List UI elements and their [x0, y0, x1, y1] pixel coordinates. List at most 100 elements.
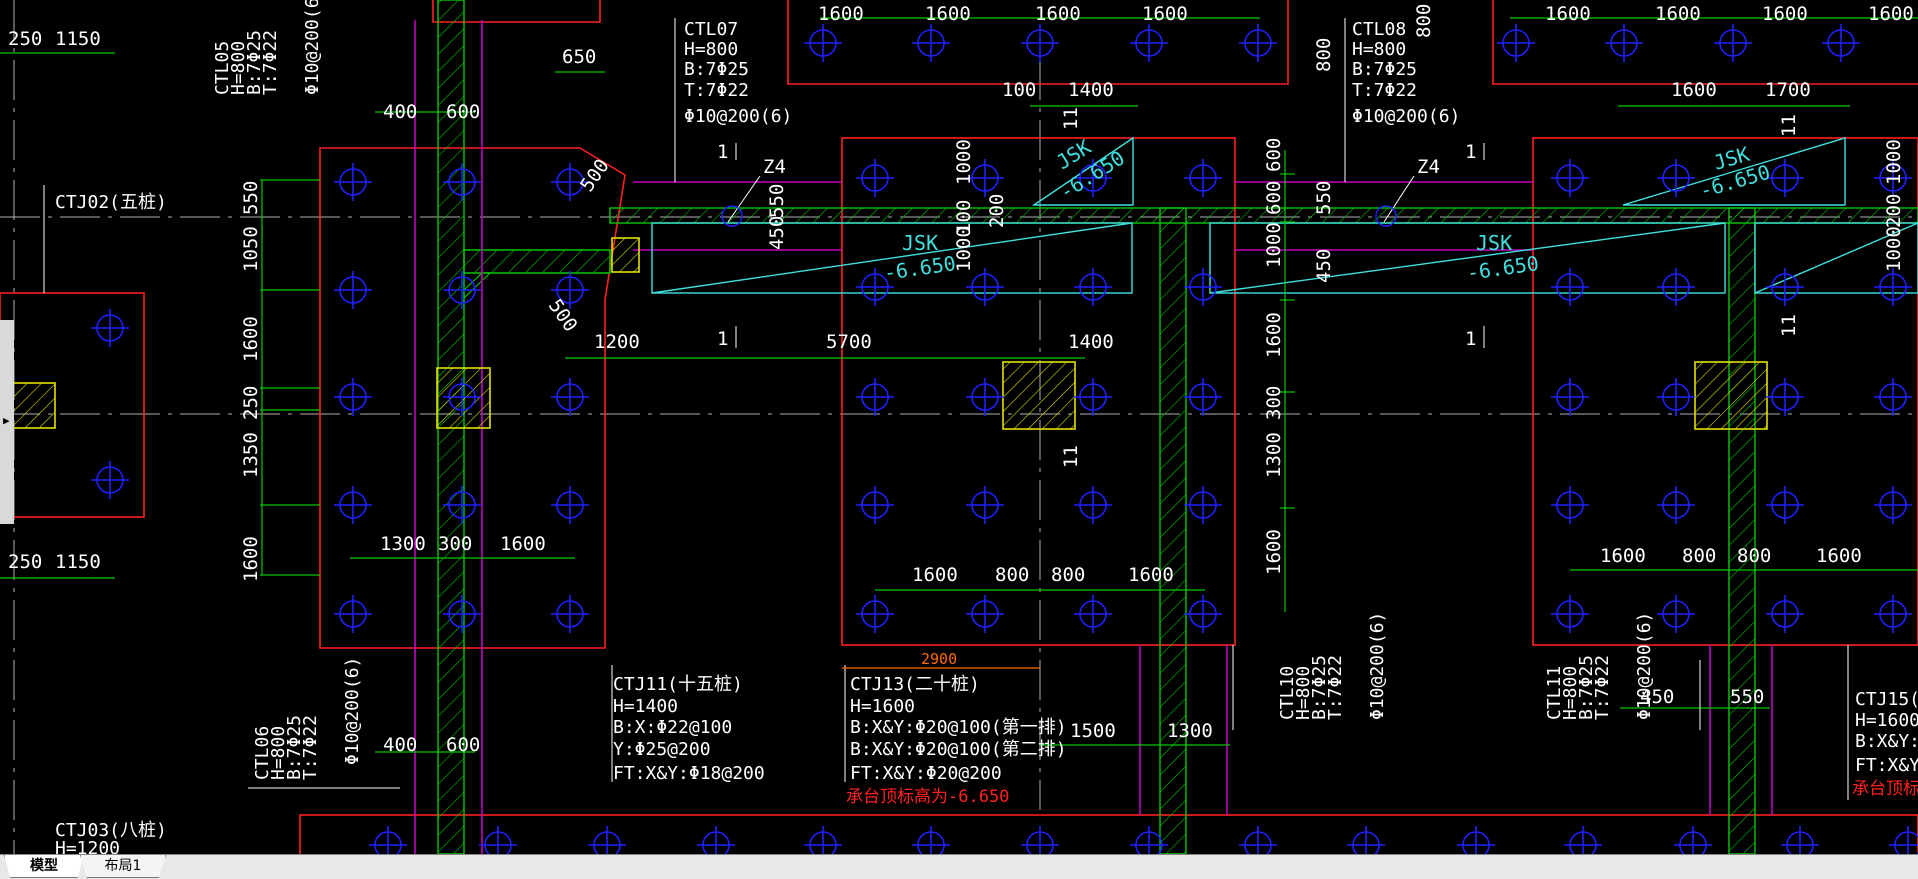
pile-icon: [1497, 24, 1535, 62]
svg-text:800: 800: [995, 564, 1029, 586]
pile-icon: [479, 826, 517, 854]
pile-icon: [1674, 826, 1712, 854]
svg-text:400: 400: [383, 734, 417, 756]
svg-text:Φ10@200(6): Φ10@200(6): [302, 0, 323, 95]
side-panel-handle[interactable]: ▶: [0, 320, 14, 524]
svg-text:450: 450: [1313, 249, 1335, 283]
svg-text:1600: 1600: [240, 316, 262, 362]
layout-tab-bar: 模型 布局1: [0, 854, 1918, 879]
svg-text:1000: 1000: [1883, 139, 1905, 185]
pile-icon: [1347, 826, 1385, 854]
svg-text:CTJ02(五桩): CTJ02(五桩): [55, 192, 167, 213]
pile-icon: [1551, 378, 1589, 416]
svg-text:550: 550: [766, 184, 788, 218]
svg-text:Φ10@200(6): Φ10@200(6): [342, 657, 363, 765]
svg-text:B:7Φ25: B:7Φ25: [1352, 59, 1417, 80]
pile-icon: [1184, 268, 1222, 306]
pile-icon: [551, 486, 589, 524]
svg-text:550: 550: [240, 181, 262, 215]
svg-text:H=1400: H=1400: [613, 696, 678, 717]
svg-text:JSK: JSK: [902, 231, 938, 255]
svg-text:T:7Φ22: T:7Φ22: [1592, 655, 1613, 720]
svg-text:250: 250: [240, 386, 262, 420]
svg-text:11: 11: [1778, 314, 1800, 337]
svg-text:T:7Φ22: T:7Φ22: [684, 80, 749, 101]
svg-text:550: 550: [1313, 181, 1335, 215]
cad-drawing-canvas[interactable]: 2900 250 1150 250 1150 400 600 400 600 6…: [0, 0, 1918, 854]
svg-text:800: 800: [1737, 545, 1771, 567]
pile-icon: [334, 378, 372, 416]
svg-text:Z4: Z4: [1417, 156, 1440, 178]
svg-text:1400: 1400: [1068, 331, 1114, 353]
pile-icon: [334, 163, 372, 201]
pile-icon: [1551, 268, 1589, 306]
pile-icon: [912, 826, 950, 854]
pile-icon: [1657, 595, 1695, 633]
svg-text:1300: 1300: [1167, 720, 1213, 742]
svg-text:T:7Φ22: T:7Φ22: [1352, 80, 1417, 101]
svg-text:-6.650: -6.650: [882, 251, 957, 285]
pile-icon: [1874, 486, 1912, 524]
pile-icon: [1551, 595, 1589, 633]
pile-icon: [856, 595, 894, 633]
svg-text:H=1600: H=1600: [1855, 710, 1918, 731]
tab-model[interactable]: 模型: [4, 855, 84, 878]
svg-text:1: 1: [1465, 328, 1476, 350]
svg-text:1600: 1600: [240, 536, 262, 582]
pile-icon: [1021, 24, 1059, 62]
svg-text:11: 11: [1060, 107, 1082, 130]
pile-icon: [1457, 826, 1495, 854]
svg-text:200: 200: [986, 194, 1008, 228]
label-ctl06: CTL06 H=800 B:7Φ25 T:7Φ22 Φ10@200(6): [252, 657, 363, 780]
svg-text:CTJ13(二十桩): CTJ13(二十桩): [850, 674, 980, 695]
pile-icon: [804, 24, 842, 62]
svg-text:1600: 1600: [1142, 3, 1188, 25]
pile-icon: [1130, 24, 1168, 62]
dimension-lines: [0, 17, 1918, 753]
svg-text:1000: 1000: [953, 226, 975, 272]
svg-text:承台顶标高为-6.650: 承台顶标高为-6.650: [846, 787, 1009, 807]
pile-icon: [1781, 826, 1819, 854]
svg-text:1400: 1400: [1068, 79, 1114, 101]
svg-text:H=800: H=800: [684, 39, 738, 60]
svg-text:1600: 1600: [1545, 3, 1591, 25]
pile-icon: [1657, 378, 1695, 416]
svg-text:500: 500: [576, 155, 614, 196]
label-ctj03: CTJ03(八桩) H=1200: [55, 820, 167, 854]
pile-icon: [588, 826, 626, 854]
svg-text:B:X&Y:Φ20@100(第二排): B:X&Y:Φ20@100(第二排): [850, 739, 1067, 760]
svg-text:1600: 1600: [1655, 3, 1701, 25]
tab-layout1[interactable]: 布局1: [80, 855, 166, 878]
pile-icon: [1239, 24, 1277, 62]
pile-icon: [1184, 486, 1222, 524]
svg-text:1300: 1300: [380, 533, 426, 555]
pile-icon: [1021, 826, 1059, 854]
label-ctj13: CTJ13(二十桩) H=1600 B:X&Y:Φ20@100(第一排) B:X…: [846, 674, 1067, 807]
label-ctl07: CTL07 H=800 B:7Φ25 T:7Φ22 Φ10@200(6): [684, 19, 792, 127]
pile-icon: [1184, 378, 1222, 416]
svg-text:800: 800: [1051, 564, 1085, 586]
svg-text:1300: 1300: [1263, 432, 1285, 478]
pile-icon: [334, 271, 372, 309]
pile-icon: [1564, 826, 1602, 854]
pile-icon: [966, 268, 1004, 306]
svg-text:200: 200: [1883, 194, 1905, 228]
pile-icon: [966, 595, 1004, 633]
svg-text:1500: 1500: [1070, 720, 1116, 742]
svg-text:H=1600: H=1600: [850, 696, 915, 717]
svg-text:1000: 1000: [1883, 226, 1905, 272]
svg-text:CTL08: CTL08: [1352, 19, 1406, 40]
svg-text:1600: 1600: [1671, 79, 1717, 101]
svg-text:600: 600: [446, 101, 480, 123]
svg-text:800: 800: [1313, 38, 1335, 72]
svg-text:600: 600: [1263, 181, 1285, 215]
svg-text:Y:Φ25@200: Y:Φ25@200: [613, 739, 711, 760]
column: [436, 367, 491, 429]
svg-text:1600: 1600: [1035, 3, 1081, 25]
svg-text:1700: 1700: [1765, 79, 1811, 101]
pile-icon: [1074, 378, 1112, 416]
svg-text:400: 400: [383, 101, 417, 123]
label-ctl05: CTL05 H=800 B:7Φ25 T:7Φ22 Φ10@200(6): [212, 0, 323, 95]
pile-icon: [1184, 159, 1222, 197]
pile-icon: [856, 378, 894, 416]
